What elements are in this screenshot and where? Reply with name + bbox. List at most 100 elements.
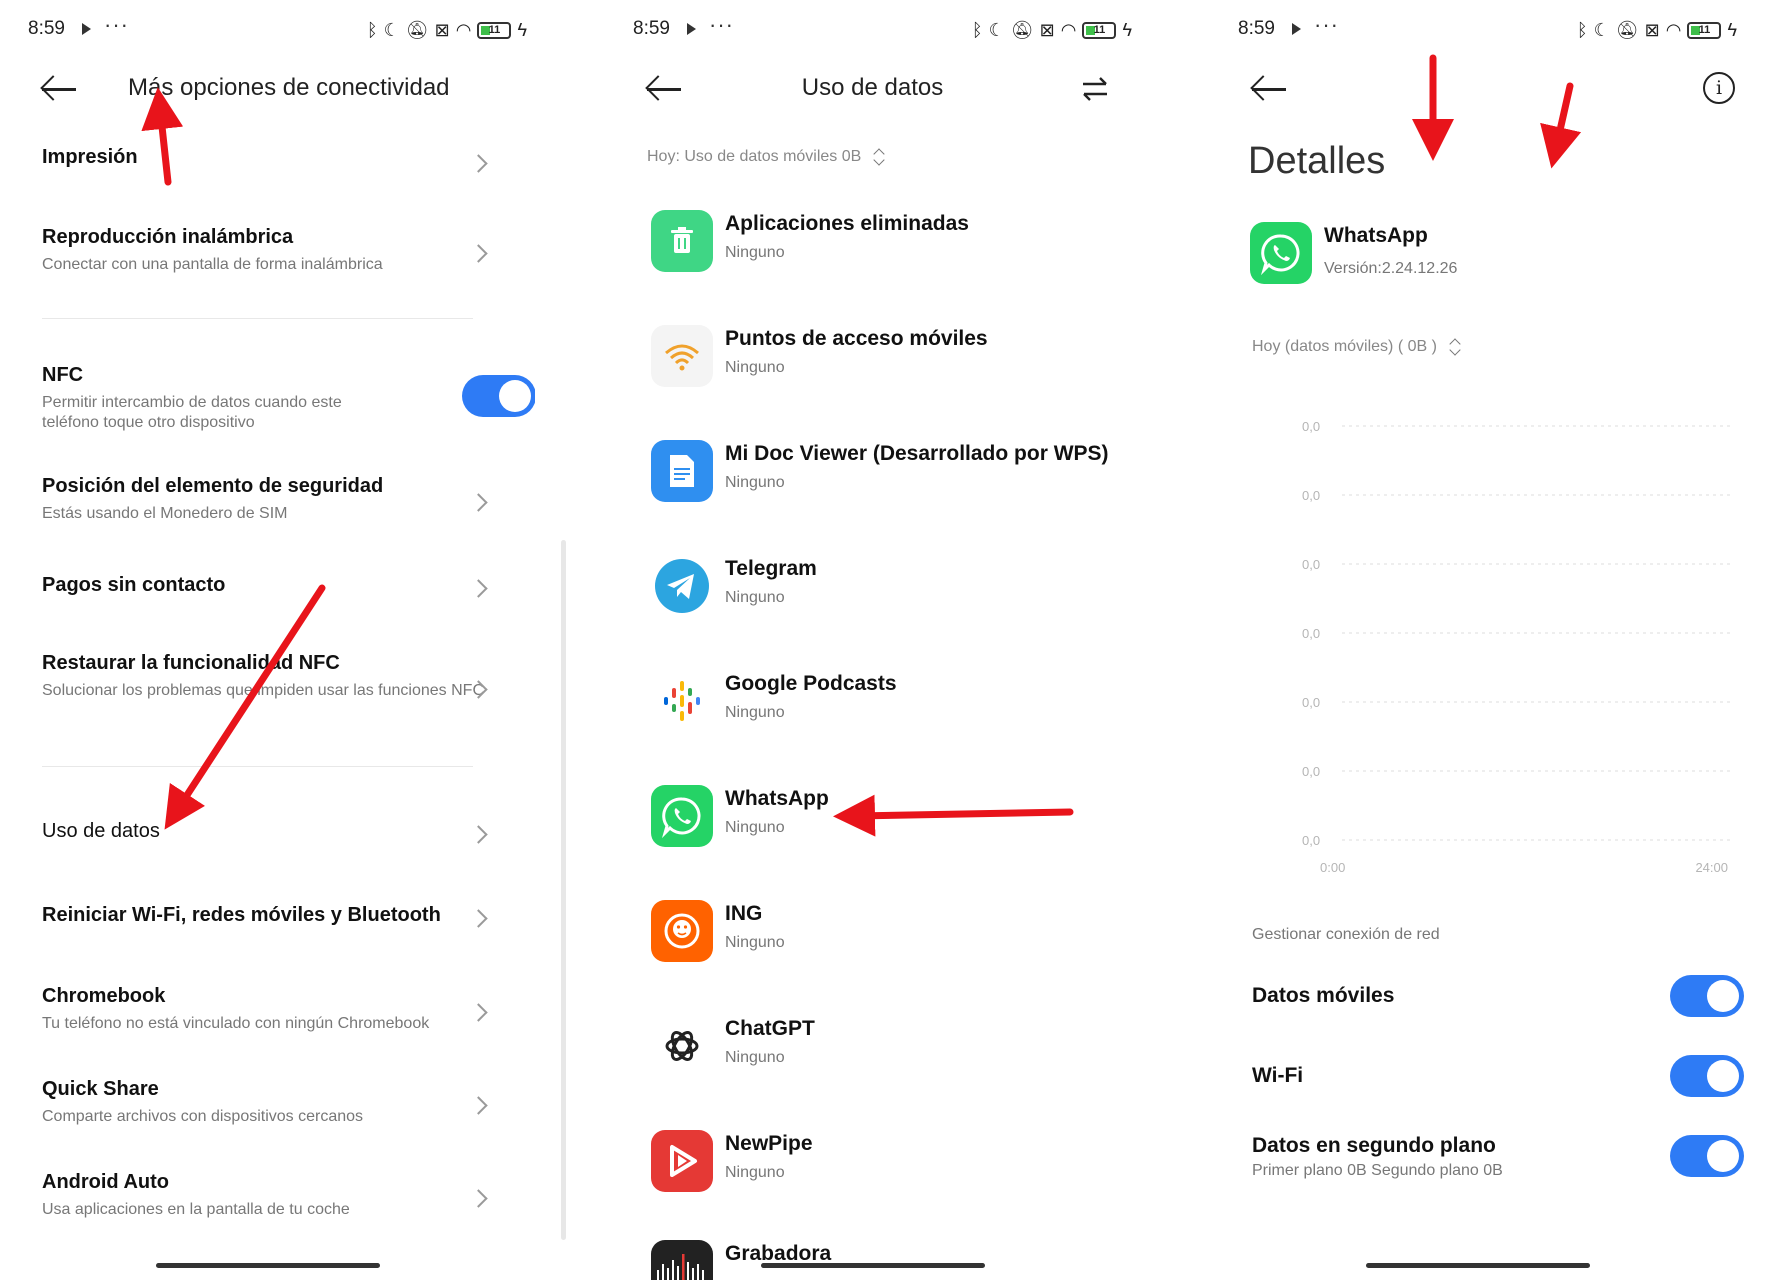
y-tick-label: 0,0 bbox=[1302, 557, 1320, 572]
muted-icon: 🔕︎ bbox=[1010, 20, 1034, 40]
settings-row-nfc[interactable]: NFC Permitir intercambio de datos cuando… bbox=[42, 364, 405, 444]
status-bar: 8:59 ··· ᛒ ☾ 🔕︎ ⊠ ◠ 11 ϟ bbox=[605, 0, 1140, 60]
screen-app-details: 8:59 ··· ᛒ ☾ 🔕︎ ⊠ ◠ 11 ϟ i Detalles What… bbox=[1210, 0, 1745, 1280]
nfc-toggle[interactable] bbox=[462, 375, 535, 417]
more-notifications-icon: ··· bbox=[709, 12, 734, 37]
app-name: Mi Doc Viewer (Desarrollado por WPS) bbox=[725, 442, 1109, 465]
list-item-telegram[interactable]: Telegram Ninguno bbox=[651, 547, 1120, 627]
row-title: Uso de datos bbox=[42, 820, 160, 842]
newpipe-icon bbox=[651, 1130, 713, 1192]
row-subtitle: Tu teléfono no está vinculado con ningún… bbox=[42, 1015, 430, 1032]
row-subtitle: Estás usando el Monedero de SIM bbox=[42, 505, 288, 522]
toggle-label-mobile-data: Datos móviles bbox=[1252, 984, 1395, 1007]
trash-icon bbox=[651, 210, 713, 272]
divider bbox=[42, 318, 473, 319]
chatgpt-icon bbox=[651, 1015, 713, 1077]
row-title: Android Auto bbox=[42, 1171, 170, 1193]
x-tick-label: 0:00 bbox=[1320, 860, 1345, 875]
swap-sim-icon[interactable] bbox=[1080, 74, 1110, 104]
period-selector[interactable]: Hoy (datos móviles) ( 0B ) bbox=[1252, 338, 1459, 356]
y-tick-label: 0,0 bbox=[1302, 488, 1320, 503]
gesture-bar[interactable] bbox=[1365, 1263, 1590, 1268]
gesture-bar[interactable] bbox=[155, 1263, 380, 1268]
row-title: Reiniciar Wi-Fi, redes móviles y Bluetoo… bbox=[42, 904, 441, 926]
list-item-chatgpt[interactable]: ChatGPT Ninguno bbox=[651, 1007, 1120, 1087]
media-playing-icon bbox=[1292, 23, 1301, 35]
list-item-google-podcasts[interactable]: Google Podcasts Ninguno bbox=[651, 662, 1120, 742]
top-bar: Uso de datos bbox=[605, 60, 1140, 118]
row-subtitle: Conectar con una pantalla de forma inalá… bbox=[42, 256, 383, 273]
list-item-deleted-apps[interactable]: Aplicaciones eliminadas Ninguno bbox=[651, 202, 1120, 282]
settings-row-impresion[interactable]: Impresión bbox=[42, 146, 488, 182]
toggle-label-background-data: Datos en segundo plano bbox=[1252, 1134, 1496, 1157]
app-usage: Ninguno bbox=[725, 1164, 785, 1181]
mobile-data-toggle[interactable] bbox=[1670, 975, 1744, 1017]
status-time: 8:59 bbox=[633, 18, 670, 39]
row-title: Quick Share bbox=[42, 1078, 159, 1100]
settings-row-contactless-payments[interactable]: Pagos sin contacto bbox=[42, 574, 488, 604]
list-item-ing[interactable]: ING Ninguno bbox=[651, 892, 1120, 972]
bluetooth-icon: ᛒ bbox=[366, 20, 378, 40]
app-usage: Ninguno bbox=[725, 359, 785, 376]
page-title: Más opciones de conectividad bbox=[128, 74, 450, 101]
gesture-bar[interactable] bbox=[760, 1263, 985, 1268]
battery-icon: 11 bbox=[1687, 21, 1722, 39]
settings-row-data-usage[interactable]: Uso de datos bbox=[42, 820, 488, 850]
list-item-hotspot[interactable]: Puntos de acceso móviles Ninguno bbox=[651, 317, 1120, 397]
battery-icon: 11 bbox=[1082, 21, 1117, 39]
status-bar: 8:59 ··· ᛒ ☾ 🔕︎ ⊠ ◠ 11 ϟ bbox=[1210, 0, 1745, 60]
status-bar: 8:59 ··· ᛒ ☾ 🔕︎ ⊠ ◠ 11 ϟ bbox=[0, 0, 535, 60]
wifi-icon: ◠ bbox=[455, 20, 472, 40]
x-tick-label: 24:00 bbox=[1695, 860, 1728, 875]
app-name: WhatsApp bbox=[1324, 224, 1428, 247]
row-title: Chromebook bbox=[42, 985, 166, 1007]
background-data-toggle[interactable] bbox=[1670, 1135, 1744, 1177]
app-usage: Ninguno bbox=[725, 819, 785, 836]
toggle-sub-background-data: Primer plano 0B Segundo plano 0B bbox=[1252, 1162, 1503, 1179]
row-title: Impresión bbox=[42, 146, 138, 168]
whatsapp-icon bbox=[651, 785, 713, 847]
back-arrow-icon[interactable] bbox=[40, 76, 80, 102]
divider bbox=[42, 766, 473, 767]
settings-row-reset-network[interactable]: Reiniciar Wi-Fi, redes móviles y Bluetoo… bbox=[42, 904, 488, 934]
app-name: Google Podcasts bbox=[725, 672, 897, 695]
charging-icon: ϟ bbox=[1122, 20, 1132, 40]
app-name: Puntos de acceso móviles bbox=[725, 327, 988, 350]
status-icons: ᛒ ☾ 🔕︎ ⊠ ◠ 11 ϟ bbox=[972, 17, 1132, 43]
expand-collapse-icon bbox=[1449, 339, 1459, 355]
settings-row-android-auto[interactable]: Android Auto Usa aplicaciones en la pant… bbox=[42, 1171, 488, 1227]
today-usage-label: Hoy: Uso de datos móviles 0B bbox=[647, 148, 862, 165]
list-item-grabadora[interactable]: Grabadora bbox=[651, 1232, 1120, 1280]
wifi-toggle[interactable] bbox=[1670, 1055, 1744, 1097]
bluetooth-icon: ᛒ bbox=[971, 20, 983, 40]
document-icon bbox=[651, 440, 713, 502]
sim-off-icon: ⊠ bbox=[1644, 20, 1660, 40]
back-arrow-icon[interactable] bbox=[1250, 76, 1290, 102]
row-title: Restaurar la funcionalidad NFC bbox=[42, 652, 340, 674]
app-name: WhatsApp bbox=[725, 787, 829, 810]
app-usage: Ninguno bbox=[725, 704, 785, 721]
scrollbar[interactable] bbox=[561, 540, 566, 1240]
settings-row-quick-share[interactable]: Quick Share Comparte archivos con dispos… bbox=[42, 1078, 488, 1134]
usage-chart: 0,00,00,00,00,00,00,00:00 24:00 bbox=[1302, 419, 1730, 875]
y-tick-label: 0,0 bbox=[1302, 626, 1320, 641]
today-usage-selector[interactable]: Hoy: Uso de datos móviles 0B bbox=[647, 148, 883, 166]
y-tick-label: 0,0 bbox=[1302, 833, 1320, 848]
settings-row-chromebook[interactable]: Chromebook Tu teléfono no está vinculado… bbox=[42, 985, 488, 1041]
settings-row-wireless-display[interactable]: Reproducción inalámbrica Conectar con un… bbox=[42, 226, 488, 282]
list-item-newpipe[interactable]: NewPipe Ninguno bbox=[651, 1122, 1120, 1202]
app-header-whatsapp: WhatsApp Versión:2.24.12.26 bbox=[1250, 214, 1725, 294]
app-usage: Ninguno bbox=[725, 1049, 785, 1066]
list-item-whatsapp[interactable]: WhatsApp Ninguno bbox=[651, 777, 1120, 857]
settings-row-secure-element[interactable]: Posición del elemento de seguridad Estás… bbox=[42, 475, 488, 531]
row-title: Reproducción inalámbrica bbox=[42, 226, 294, 248]
wifi-icon: ◠ bbox=[1060, 20, 1077, 40]
app-usage: Ninguno bbox=[725, 934, 785, 951]
info-icon[interactable]: i bbox=[1703, 72, 1735, 104]
moon-icon: ☾ bbox=[988, 20, 1005, 40]
list-item-mi-doc-viewer[interactable]: Mi Doc Viewer (Desarrollado por WPS) Nin… bbox=[651, 432, 1120, 512]
status-time: 8:59 bbox=[1238, 18, 1275, 39]
screen-data-usage: 8:59 ··· ᛒ ☾ 🔕︎ ⊠ ◠ 11 ϟ Uso de datos Ho… bbox=[605, 0, 1140, 1280]
settings-row-restore-nfc[interactable]: Restaurar la funcionalidad NFC Soluciona… bbox=[42, 652, 488, 728]
row-subtitle: Comparte archivos con dispositivos cerca… bbox=[42, 1108, 364, 1125]
